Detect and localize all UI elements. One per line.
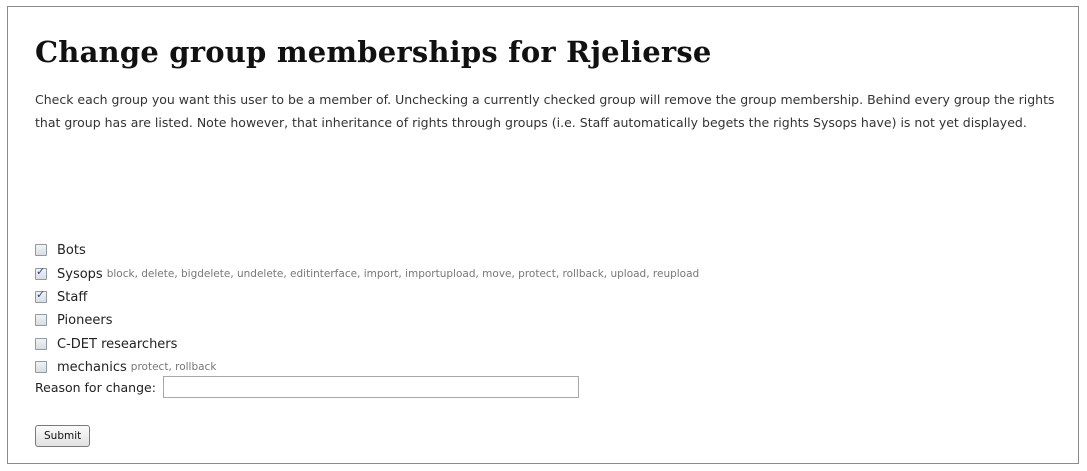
reason-row: Reason for change: — [35, 376, 579, 398]
group-checkbox-staff[interactable] — [35, 288, 47, 303]
submit-button[interactable]: Submit — [35, 425, 91, 447]
group-name: C-DET researchers — [57, 336, 178, 352]
intro-text: Check each group you want this user to b… — [35, 92, 1055, 130]
group-name: Sysops — [57, 266, 103, 282]
reason-label: Reason for change: — [35, 379, 156, 395]
group-name: Staff — [57, 289, 88, 305]
group-checkbox-sysops[interactable] — [35, 265, 47, 280]
group-row-pioneers: Pioneers — [35, 310, 116, 330]
group-row-sysops: Sysops block, delete, bigdelete, undelet… — [35, 264, 699, 284]
group-rights: block, delete, bigdelete, undelete, edit… — [106, 268, 700, 280]
group-rights: protect, rollback — [130, 361, 217, 373]
reason-input[interactable] — [162, 376, 579, 398]
group-row-staff: Staff — [35, 287, 91, 307]
group-checkbox-c-det-researchers[interactable] — [35, 338, 47, 350]
group-name: Pioneers — [57, 312, 113, 328]
group-row-mechanics: mechanics protect, rollback — [35, 357, 216, 377]
group-row-c-det-researchers: C-DET researchers — [35, 334, 181, 354]
group-checkbox-bots[interactable] — [35, 244, 47, 256]
group-checkbox-mechanics[interactable] — [35, 361, 47, 373]
group-name: mechanics — [57, 359, 127, 375]
group-checkbox-pioneers[interactable] — [35, 314, 47, 326]
page-title: Change group memberships for Rjelierse — [35, 35, 712, 69]
page-frame: Change group memberships for Rjelierse C… — [7, 6, 1079, 464]
group-name: Bots — [57, 242, 86, 258]
group-row-bots: Bots — [35, 240, 90, 260]
